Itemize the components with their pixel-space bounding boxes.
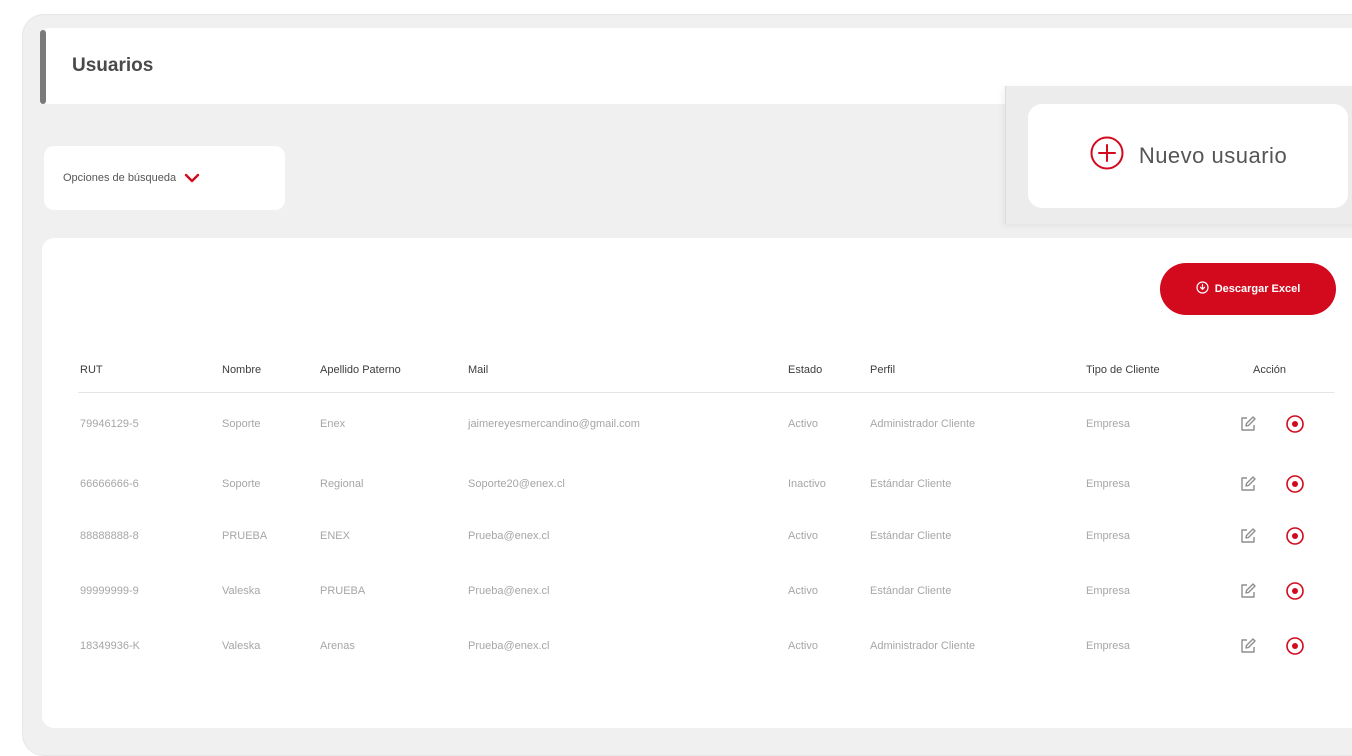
cell-tipo-cliente: Empresa (1086, 478, 1131, 490)
cell-rut: 18349936-K (80, 640, 140, 652)
new-user-label: Nuevo usuario (1138, 143, 1288, 168)
cell-rut: 99999999-9 (80, 585, 139, 597)
cell-apellido: PRUEBA (320, 585, 366, 597)
cell-apellido: Enex (320, 418, 346, 430)
delete-circle-icon[interactable] (1285, 581, 1305, 601)
cell-perfil: Estándar Cliente (870, 530, 952, 542)
cell-rut: 66666666-6 (80, 478, 139, 490)
cell-perfil: Administrador Cliente (870, 640, 976, 652)
cell-apellido: Arenas (320, 640, 355, 652)
page-title: Usuarios (72, 55, 154, 76)
cell-mail: Prueba@enex.cl (468, 585, 550, 597)
cell-perfil: Estándar Cliente (870, 585, 952, 597)
cell-perfil: Estándar Cliente (870, 478, 952, 490)
delete-circle-icon[interactable] (1285, 474, 1305, 494)
cell-estado: Activo (788, 585, 818, 597)
cell-nombre: PRUEBA (222, 530, 268, 542)
download-excel-label: Descargar Excel (1214, 283, 1301, 295)
title-accent-bar (40, 30, 46, 104)
delete-circle-icon[interactable] (1285, 414, 1305, 434)
search-options-label: Opciones de búsqueda (63, 172, 177, 184)
column-header-perfil[interactable]: Perfil (870, 364, 895, 376)
cell-mail: jaimereyesmercandino@gmail.com (468, 418, 640, 430)
cell-rut: 79946129-5 (80, 418, 139, 430)
cell-tipo-cliente: Empresa (1086, 530, 1131, 542)
delete-circle-icon[interactable] (1285, 636, 1305, 656)
edit-icon[interactable] (1238, 474, 1258, 494)
column-header-tipo-cliente[interactable]: Tipo de Cliente (1086, 364, 1160, 376)
column-header-rut[interactable]: RUT (80, 364, 103, 376)
cell-estado: Activo (788, 418, 818, 430)
table-header-divider (78, 392, 1334, 393)
cell-rut: 88888888-8 (80, 530, 139, 542)
column-header-accion: Acción (1253, 364, 1287, 376)
cell-tipo-cliente: Empresa (1086, 418, 1131, 430)
cell-mail: Prueba@enex.cl (468, 530, 550, 542)
cell-apellido: Regional (320, 478, 364, 490)
download-excel-button[interactable]: Descargar Excel (1160, 263, 1336, 315)
cell-apellido: ENEX (320, 530, 350, 542)
edit-icon[interactable] (1238, 581, 1258, 601)
edit-icon[interactable] (1238, 526, 1258, 546)
cell-nombre: Valeska (222, 585, 261, 597)
plus-circle-icon (1089, 135, 1125, 177)
column-header-mail[interactable]: Mail (468, 364, 488, 376)
cell-mail: Prueba@enex.cl (468, 640, 550, 652)
cell-tipo-cliente: Empresa (1086, 640, 1131, 652)
cell-tipo-cliente: Empresa (1086, 585, 1131, 597)
cell-estado: Activo (788, 530, 818, 542)
delete-circle-icon[interactable] (1285, 526, 1305, 546)
edit-icon[interactable] (1238, 414, 1258, 434)
cell-nombre: Valeska (222, 640, 261, 652)
cell-estado: Inactivo (788, 478, 826, 490)
cell-perfil: Administrador Cliente (870, 418, 976, 430)
column-header-nombre[interactable]: Nombre (222, 364, 261, 376)
download-icon (1196, 281, 1209, 297)
edit-icon[interactable] (1238, 636, 1258, 656)
cell-mail: Soporte20@enex.cl (468, 478, 565, 490)
search-options-toggle[interactable]: Opciones de búsqueda (44, 146, 285, 210)
column-header-apellido-paterno[interactable]: Apellido Paterno (320, 364, 401, 376)
cell-estado: Activo (788, 640, 818, 652)
column-header-estado[interactable]: Estado (788, 364, 822, 376)
cell-nombre: Soporte (222, 478, 261, 490)
cell-nombre: Soporte (222, 418, 261, 430)
chevron-down-icon (184, 172, 200, 184)
new-user-button[interactable]: Nuevo usuario (1028, 104, 1348, 208)
